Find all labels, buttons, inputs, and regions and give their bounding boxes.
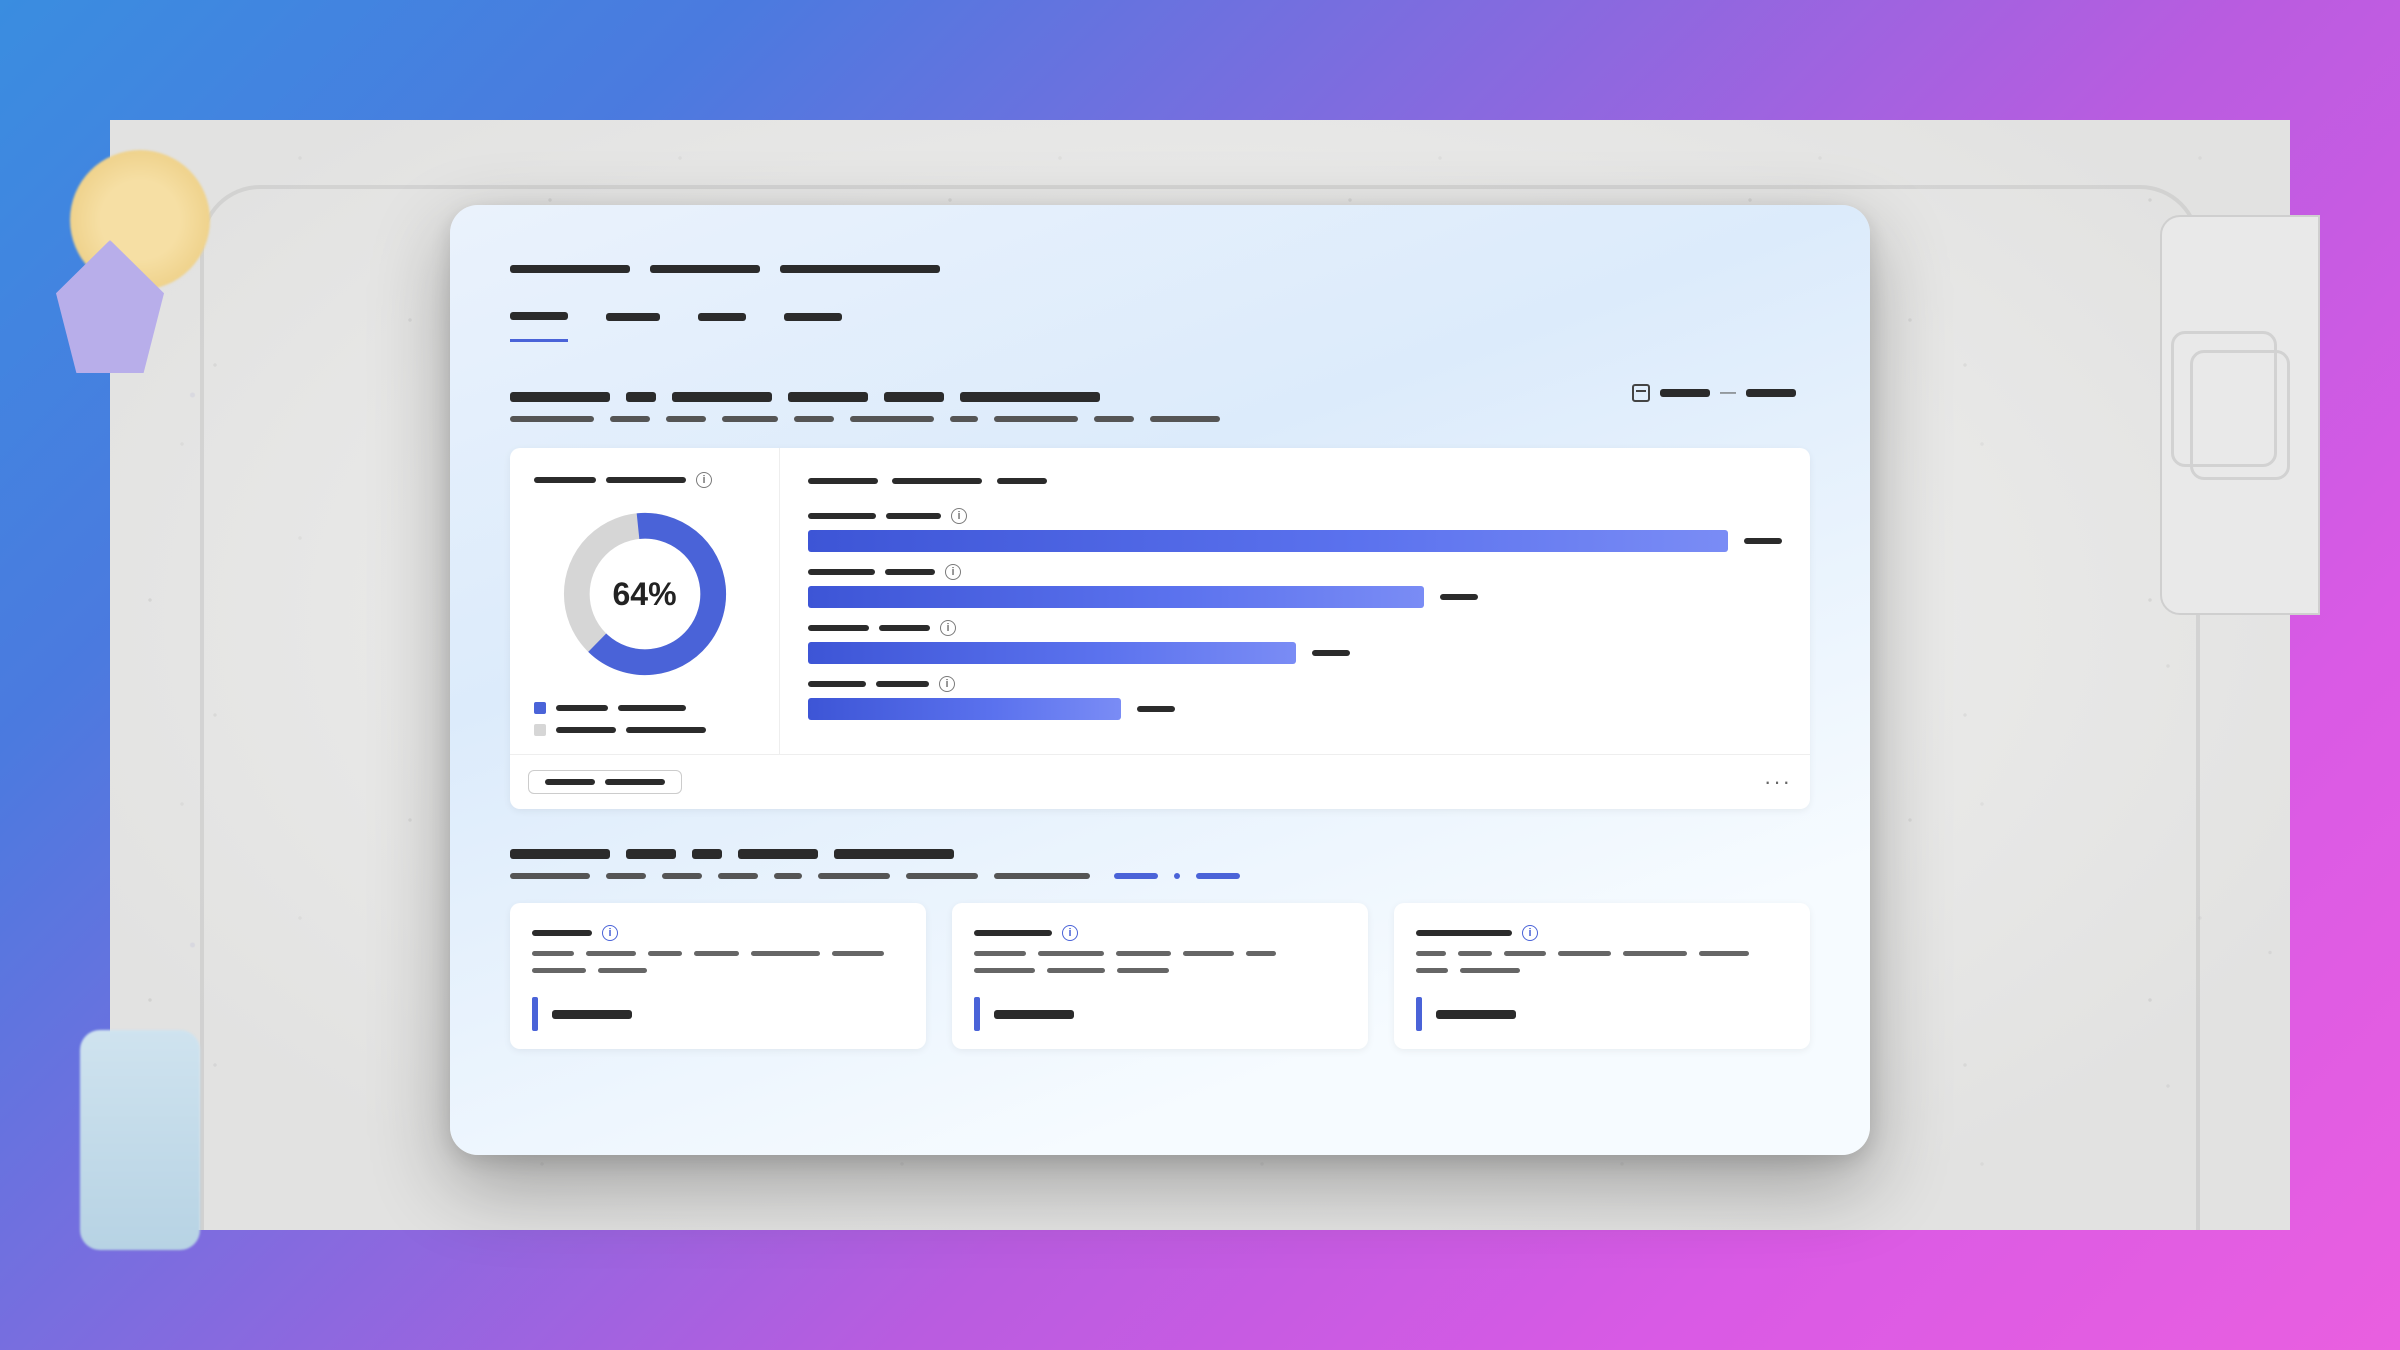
breadcrumb-seg-2[interactable]: ▬▬▬▬▬▬▬ xyxy=(650,265,760,273)
bar-label: i▬▬▬▬▬ ▬▬▬▬ xyxy=(808,620,1782,636)
kpi-card-3[interactable]: i▬▬▬▬▬▬▬ ▬▬▬▬▬ xyxy=(1394,903,1810,1049)
calendar-icon xyxy=(1632,384,1650,402)
donut-panel: i ▬▬▬▬ ▬▬▬▬▬▬ 64% xyxy=(510,448,780,754)
bar-track: ▬▬▬ xyxy=(808,698,1782,720)
bars-panel: ▬▬▬▬▬ ▬▬▬▬▬▬▬ ▬▬▬▬ i▬▬▬▬▬ ▬▬▬▬▬▬▬i▬▬▬▬ ▬… xyxy=(780,448,1810,754)
kpi-card-2[interactable]: i▬▬▬▬▬ ▬▬▬▬▬ xyxy=(952,903,1368,1049)
app-window: ▬▬▬▬▬▬▬ ▬▬▬▬▬▬▬ ▬▬▬▬▬▬▬▬▬ ▬▬▬▬ ▬▬▬▬ ▬▬▬ … xyxy=(450,205,1870,1155)
info-icon[interactable]: i xyxy=(602,925,618,941)
desktop-surface: ▬▬▬▬▬▬▬ ▬▬▬▬▬▬▬ ▬▬▬▬▬▬▬▬▬ ▬▬▬▬ ▬▬▬▬ ▬▬▬ … xyxy=(110,120,2290,1230)
info-icon[interactable]: i xyxy=(945,564,961,580)
bar-row-1: i▬▬▬▬▬ ▬▬▬▬ ▬▬▬ xyxy=(808,508,1782,552)
metrics-card: i ▬▬▬▬ ▬▬▬▬▬▬ 64% xyxy=(510,448,1810,809)
info-icon[interactable]: i xyxy=(1062,925,1078,941)
legend-item-1: ▬▬▬▬ ▬▬▬▬▬▬ xyxy=(534,702,755,714)
section-1-title xyxy=(510,392,1220,402)
donut-center-value: 64% xyxy=(555,504,735,684)
bar-track: ▬▬▬ xyxy=(808,642,1782,664)
date-range-picker[interactable]: — ▬▬▬▬ — ▬▬▬▬ xyxy=(1618,376,1810,410)
kpi-value: ▬▬▬▬▬ xyxy=(1416,997,1788,1031)
bar-fill xyxy=(808,586,1424,608)
kpi-accent-bar xyxy=(532,997,538,1031)
more-menu-icon[interactable]: ··· xyxy=(1764,769,1792,795)
side-card-peek xyxy=(2160,215,2320,615)
info-icon[interactable]: i xyxy=(940,620,956,636)
view-details-button[interactable]: ▬▬▬▬ ▬▬▬▬▬ xyxy=(528,770,682,794)
bar-label: i▬▬▬▬ ▬▬▬ xyxy=(808,676,1782,692)
bar-track: ▬▬▬ xyxy=(808,586,1782,608)
bar-value-label xyxy=(1312,650,1350,656)
kpi-subtitle xyxy=(974,951,1346,973)
section-2-link[interactable] xyxy=(1114,873,1158,879)
section-2-subtitle: ▬▬▬ · ▬▬▬ xyxy=(510,873,1810,879)
section-1-subtitle xyxy=(510,416,1220,422)
gradient-frame: ▬▬▬▬▬▬▬ ▬▬▬▬▬▬▬ ▬▬▬▬▬▬▬▬▬ ▬▬▬▬ ▬▬▬▬ ▬▬▬ … xyxy=(0,0,2400,1350)
bar-value-label xyxy=(1440,594,1478,600)
bar-row-3: i▬▬▬▬▬ ▬▬▬▬ ▬▬▬ xyxy=(808,620,1782,664)
bar-value-label xyxy=(1137,706,1175,712)
kpi-accent-bar xyxy=(1416,997,1422,1031)
kpi-title: i▬▬▬▬▬▬▬ xyxy=(1416,925,1788,941)
bar-track: ▬▬▬ xyxy=(808,530,1782,552)
breadcrumb-seg-1[interactable]: ▬▬▬▬▬▬▬ xyxy=(510,265,630,273)
info-icon[interactable]: i xyxy=(951,508,967,524)
bar-fill xyxy=(808,530,1728,552)
bar-row-4: i▬▬▬▬ ▬▬▬ ▬▬▬ xyxy=(808,676,1782,720)
bar-value-label xyxy=(1744,538,1782,544)
breadcrumb: ▬▬▬▬▬▬▬ ▬▬▬▬▬▬▬ ▬▬▬▬▬▬▬▬▬ xyxy=(510,265,1810,273)
stacked-cards-icon xyxy=(2190,350,2290,480)
kpi-value: ▬▬▬▬▬ xyxy=(974,997,1346,1031)
kpi-row: i▬▬▬▬▬ ▬▬▬▬▬ i▬▬▬▬▬ ▬▬▬▬▬ i▬▬▬▬▬▬▬ ▬▬▬▬▬ xyxy=(510,903,1810,1049)
tab-3[interactable]: ▬▬▬ xyxy=(698,309,746,341)
bar-label: i▬▬▬▬▬ ▬▬▬▬ xyxy=(808,508,1782,524)
section-2-title xyxy=(510,849,1810,859)
tab-bar: ▬▬▬▬ ▬▬▬▬ ▬▬▬ ▬▬▬▬ xyxy=(510,307,1810,342)
donut-title: i ▬▬▬▬ ▬▬▬▬▬▬ xyxy=(534,472,755,488)
bar-label: i▬▬▬▬ ▬▬▬▬ xyxy=(808,564,1782,580)
kpi-subtitle xyxy=(532,951,904,973)
bar-fill xyxy=(808,642,1296,664)
legend-swatch-primary xyxy=(534,702,546,714)
bars-title: ▬▬▬▬▬ ▬▬▬▬▬▬▬ ▬▬▬▬ xyxy=(808,472,1782,490)
legend-swatch-muted xyxy=(534,724,546,736)
info-icon[interactable]: i xyxy=(696,472,712,488)
kpi-value: ▬▬▬▬▬ xyxy=(532,997,904,1031)
info-icon[interactable]: i xyxy=(939,676,955,692)
legend-item-2: ▬▬▬▬▬ ▬▬▬▬▬▬▬ xyxy=(534,724,755,736)
metrics-card-footer: ▬▬▬▬ ▬▬▬▬▬ ··· xyxy=(510,754,1810,809)
breadcrumb-seg-3[interactable]: ▬▬▬▬▬▬▬▬▬ xyxy=(780,265,940,273)
donut-chart: 64% xyxy=(555,504,735,684)
kpi-subtitle xyxy=(1416,951,1788,973)
tab-2[interactable]: ▬▬▬▬ xyxy=(606,309,660,341)
info-icon[interactable]: i xyxy=(1522,925,1538,941)
tab-1[interactable]: ▬▬▬▬ xyxy=(510,307,568,342)
kpi-card-1[interactable]: i▬▬▬▬▬ ▬▬▬▬▬ xyxy=(510,903,926,1049)
donut-legend: ▬▬▬▬ ▬▬▬▬▬▬ ▬▬▬▬▬ ▬▬▬▬▬▬▬ xyxy=(534,702,755,736)
bar-fill xyxy=(808,698,1121,720)
decor-cylinder xyxy=(80,1030,200,1250)
bar-row-2: i▬▬▬▬ ▬▬▬▬ ▬▬▬ xyxy=(808,564,1782,608)
tab-4[interactable]: ▬▬▬▬ xyxy=(784,309,842,341)
kpi-title: i▬▬▬▬▬ xyxy=(532,925,904,941)
kpi-title: i▬▬▬▬▬ xyxy=(974,925,1346,941)
kpi-accent-bar xyxy=(974,997,980,1031)
